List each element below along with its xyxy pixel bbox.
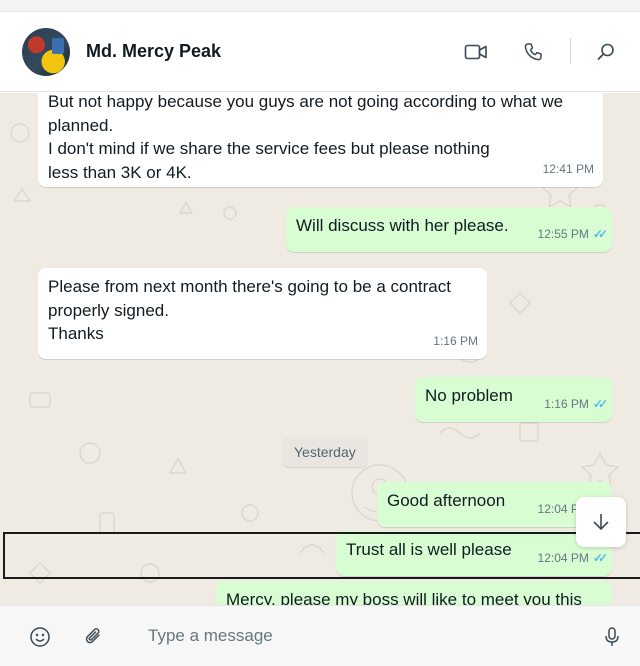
emoji-icon[interactable] — [27, 624, 53, 650]
chat-header: Md. Mercy Peak — [0, 12, 640, 92]
contact-name[interactable]: Md. Mercy Peak — [86, 41, 221, 62]
contact-avatar[interactable] — [22, 28, 70, 76]
message-text: Please from next month there's going to … — [48, 277, 451, 343]
message-meta: 12:55 PM ✓✓ — [537, 223, 609, 247]
search-icon[interactable] — [592, 38, 620, 66]
message-meta: 12:41 PM — [543, 158, 594, 182]
attach-icon[interactable] — [81, 624, 107, 650]
voice-call-icon[interactable] — [519, 38, 547, 66]
message-time: 1:16 PM — [433, 333, 478, 348]
date-separator: Yesterday — [282, 437, 368, 467]
video-call-icon[interactable] — [462, 38, 490, 66]
message-text: Mercy, please my boss will like to meet … — [226, 590, 582, 605]
window-top-strip — [0, 0, 640, 12]
message-composer — [0, 605, 640, 666]
chat-area[interactable]: But not happy because you guys are not g… — [0, 93, 640, 605]
header-divider — [570, 38, 571, 64]
selected-message-outline — [3, 532, 640, 579]
message-time: 12:55 PM — [537, 226, 589, 241]
scroll-to-bottom-button[interactable] — [576, 497, 626, 547]
message-outgoing[interactable]: No problem 1:16 PM ✓✓ — [415, 377, 612, 422]
message-meta: 1:16 PM ✓✓ — [544, 393, 608, 417]
read-receipt-icon: ✓✓ — [592, 226, 608, 241]
message-input[interactable] — [136, 617, 576, 655]
message-incoming[interactable]: But not happy because you guys are not g… — [38, 93, 603, 187]
arrow-down-icon — [593, 514, 609, 531]
read-receipt-icon: ✓✓ — [592, 396, 608, 411]
message-incoming[interactable]: Please from next month there's going to … — [38, 268, 487, 359]
microphone-icon[interactable] — [599, 624, 625, 650]
message-meta: 1:16 PM — [433, 330, 478, 354]
message-time: 1:16 PM — [544, 396, 589, 411]
message-time: 12:41 PM — [542, 161, 594, 176]
message-outgoing[interactable]: Will discuss with her please. 12:55 PM ✓✓ — [286, 207, 612, 252]
message-outgoing[interactable]: Mercy, please my boss will like to meet … — [216, 581, 612, 605]
message-text: But not happy because you guys are not g… — [48, 93, 564, 182]
avatar-detail — [52, 38, 64, 54]
